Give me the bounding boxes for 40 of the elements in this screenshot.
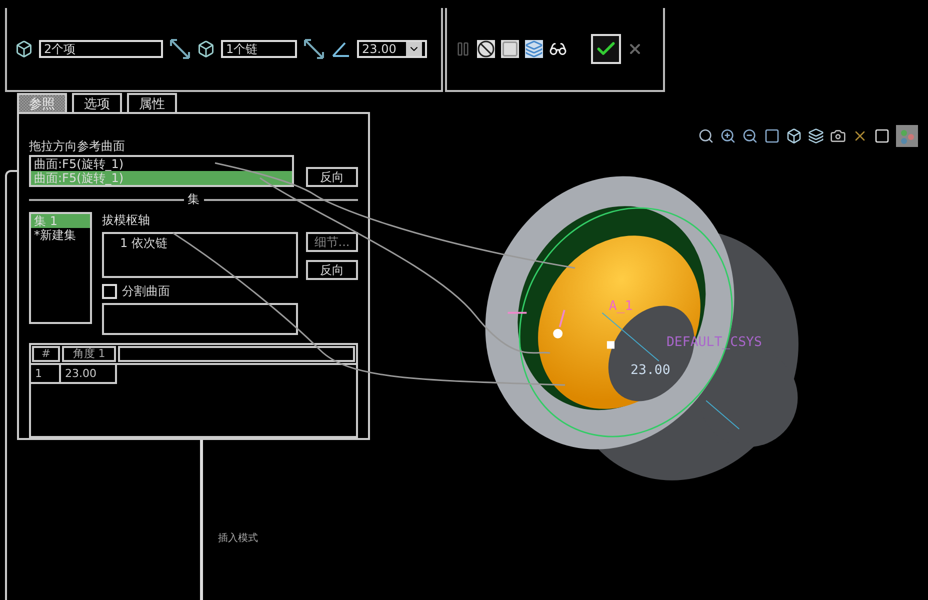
table-cell: 1: [31, 365, 61, 384]
flip-arrows-icon[interactable]: [169, 38, 191, 60]
flip-button[interactable]: 反向: [306, 167, 358, 187]
flip-button[interactable]: 反向: [306, 260, 358, 280]
split-checkbox[interactable]: [102, 284, 117, 299]
set-list[interactable]: 集 1 *新建集: [29, 212, 92, 324]
surfaces-field[interactable]: 2个项: [39, 40, 163, 58]
zoom-out-icon[interactable]: [742, 128, 758, 144]
camera-icon[interactable]: [830, 128, 846, 144]
panel-tab[interactable]: 属性: [127, 93, 177, 112]
reference-list[interactable]: 曲面:F5(旋转_1) 曲面:F5(旋转_1): [29, 155, 294, 187]
column-header: 角度 1: [62, 346, 116, 362]
divider-label: 集: [188, 191, 200, 208]
glasses-icon[interactable]: [549, 40, 567, 58]
reference-item[interactable]: 曲面:F5(旋转_1): [31, 157, 292, 171]
angle-icon: [331, 40, 351, 58]
pause-icon[interactable]: [455, 41, 471, 57]
chain-field[interactable]: 1个链: [221, 40, 297, 58]
panel-tab[interactable]: 参照: [17, 93, 67, 112]
set-item[interactable]: *新建集: [31, 228, 90, 242]
checkbox-label: 分割曲面: [122, 283, 170, 300]
dropdown-icon: [406, 42, 422, 56]
mode-status-text: 插入模式: [218, 532, 258, 545]
angle-field[interactable]: 23.00: [357, 40, 427, 58]
zoom-in-icon[interactable]: [720, 128, 736, 144]
stop-icon[interactable]: [477, 40, 495, 58]
close-icon[interactable]: [627, 41, 643, 57]
ok-button[interactable]: [591, 34, 621, 64]
pivot-item[interactable]: 1 依次链: [106, 236, 294, 250]
table-cell: 23.00: [61, 365, 117, 384]
section-label: 拖拉方向参考曲面: [29, 138, 126, 155]
zoom-fit-icon[interactable]: [698, 128, 714, 144]
section-label: 拔模枢轴: [102, 212, 151, 229]
pivot-list[interactable]: 1 依次链: [102, 232, 298, 278]
flip-arrows-icon[interactable]: [303, 38, 325, 60]
split-field[interactable]: [102, 303, 298, 335]
panel-tab[interactable]: 选项: [72, 93, 122, 112]
column-header: #: [32, 346, 60, 362]
checker-icon[interactable]: [896, 125, 918, 147]
cube-icon[interactable]: [786, 128, 802, 144]
